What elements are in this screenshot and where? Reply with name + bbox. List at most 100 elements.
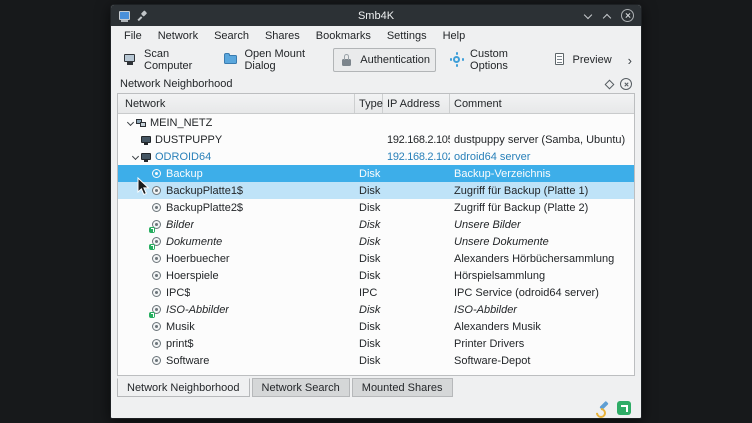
menu-bookmarks[interactable]: Bookmarks [308,28,379,44]
cell-network: Backup [118,165,355,182]
tree-row-iso-abbilder[interactable]: ISO-AbbilderDiskISO-Abbilder [118,301,634,318]
tree-row-bilder[interactable]: BilderDiskUnsere Bilder [118,216,634,233]
menu-search[interactable]: Search [206,28,257,44]
cell-ip-address [383,352,450,369]
share-name: BackupPlatte1$ [166,185,243,197]
cell-ip-address [383,165,450,182]
expander-icon[interactable] [125,117,136,128]
tree-row-musik[interactable]: MusikDiskAlexanders Musik [118,318,634,335]
cell-comment: dustpuppy server (Samba, Ubuntu) [450,131,634,148]
cell-comment: odroid64 server [450,148,634,165]
dock-float-icon[interactable] [605,79,615,89]
share-mounted-icon [152,236,163,248]
maximize-button[interactable] [602,11,612,21]
share-name: Bilder [166,219,194,231]
computer-scan-icon [123,52,139,68]
toolbar-overflow-chevron-icon[interactable]: › [625,53,635,68]
network-neighborhood-dock: Network Neighborhood NetworkTypeIP Addre… [117,75,635,376]
smb4k-window: Smb4K FileNetworkSearchSharesBookmarksSe… [110,4,642,419]
share-icon [152,253,163,265]
computer-icon [141,134,152,146]
network-config-indicator-icon [595,401,609,415]
cell-network: IPC$ [118,284,355,301]
tree-row-print[interactable]: print$ Disk Printer Drivers [118,335,634,352]
tree-row-backup[interactable]: BackupDisk Backup-Verzeichnis [118,165,634,182]
toolbar-button-scan-computer[interactable]: Scan Computer [117,44,210,76]
cell-comment: Alexanders Hörbüchersammlung [450,250,634,267]
cell-ip-address [383,284,450,301]
cell-comment: Alexanders Musik [450,318,634,335]
tree-row-hoerbuecher[interactable]: HoerbuecherDiskAlexanders Hörbüchersamml… [118,250,634,267]
cell-comment: Unsere Bilder [450,216,634,233]
column-header-type[interactable]: Type [355,94,383,113]
menu-file[interactable]: File [116,28,150,44]
cell-comment: Unsere Dokumente [450,233,634,250]
expander-icon[interactable] [130,151,141,162]
lock-icon [339,52,355,68]
share-icon [152,355,163,367]
tree-row-ipc[interactable]: IPC$IPCIPC Service (odroid64 server) [118,284,634,301]
cell-type [355,148,383,165]
tree-row-dustpuppy[interactable]: DUSTPUPPY192.168.2.105dustpuppy server (… [118,131,634,148]
cell-type: IPC [355,284,383,301]
cell-ip-address [383,301,450,318]
menu-shares[interactable]: Shares [257,28,308,44]
share-name: ISO-Abbilder [166,304,229,316]
column-header-comment[interactable]: Comment [450,94,634,113]
custom-options-icon [449,52,465,68]
cell-ip-address [383,216,450,233]
cell-network: BackupPlatte1$ [118,182,355,199]
share-name: Dokumente [166,236,222,248]
menu-settings[interactable]: Settings [379,28,435,44]
cell-network: MEIN_NETZ [118,114,355,131]
cell-network: Hoerbuecher [118,250,355,267]
share-icon [152,270,163,282]
toolbar-button-preview[interactable]: Preview [546,48,618,72]
cell-network: Hoerspiele [118,267,355,284]
column-header-network[interactable]: Network [118,94,355,113]
folder-mount-icon [223,52,239,68]
tree-row-dokumente[interactable]: DokumenteDiskUnsere Dokumente [118,233,634,250]
share-name: DUSTPUPPY [155,134,222,146]
menu-help[interactable]: Help [435,28,474,44]
cell-comment: Printer Drivers [450,335,634,352]
minimize-button[interactable] [583,11,593,21]
tab-network-search[interactable]: Network Search [252,378,350,397]
cell-type: Disk [355,352,383,369]
network-browser-table: NetworkTypeIP AddressComment MEIN_NETZDU… [117,93,635,376]
share-name: print$ [166,338,194,350]
tree-row-software[interactable]: SoftwareDiskSoftware-Depot [118,352,634,369]
cell-ip-address [383,267,450,284]
cell-type: Disk [355,335,383,352]
tab-network-neighborhood[interactable]: Network Neighborhood [117,378,250,397]
cell-comment: Backup-Verzeichnis [450,165,634,182]
column-header-ip-address[interactable]: IP Address [383,94,450,113]
tree-row-backupplatte1[interactable]: BackupPlatte1$DiskZugriff für Backup (Pl… [118,182,634,199]
computer-icon [141,151,152,163]
cell-network: Musik [118,318,355,335]
share-icon [152,185,163,197]
tab-mounted-shares[interactable]: Mounted Shares [352,378,453,397]
cell-network: ISO-Abbilder [118,301,355,318]
tree-row-backupplatte2[interactable]: BackupPlatte2$DiskZugriff für Backup (Pl… [118,199,634,216]
tree-row-hoerspiele[interactable]: HoerspieleDiskHörspielsammlung [118,267,634,284]
pin-icon[interactable] [137,10,147,21]
toolbar-button-open-mount-dialog[interactable]: Open Mount Dialog [217,44,326,76]
menu-network[interactable]: Network [150,28,206,44]
dock-header[interactable]: Network Neighborhood [117,75,635,93]
cell-network: Bilder [118,216,355,233]
preview-icon [552,52,568,68]
cell-network: Dokumente [118,233,355,250]
toolbar-button-authentication[interactable]: Authentication [333,48,436,72]
tree-row-odroid64[interactable]: ODROID64192.168.2.102odroid64 server [118,148,634,165]
dock-close-icon[interactable] [620,78,632,90]
bottom-tabstrip: Network NeighborhoodNetwork SearchMounte… [117,378,641,397]
toolbar-button-custom-options[interactable]: Custom Options [443,44,539,76]
cell-type: Disk [355,182,383,199]
app-icon [118,10,131,22]
titlebar[interactable]: Smb4K [111,5,641,26]
cell-type: Disk [355,165,383,182]
close-button[interactable] [621,9,634,22]
tree-row-mein-netz[interactable]: MEIN_NETZ [118,114,634,131]
share-name: IPC$ [166,287,190,299]
